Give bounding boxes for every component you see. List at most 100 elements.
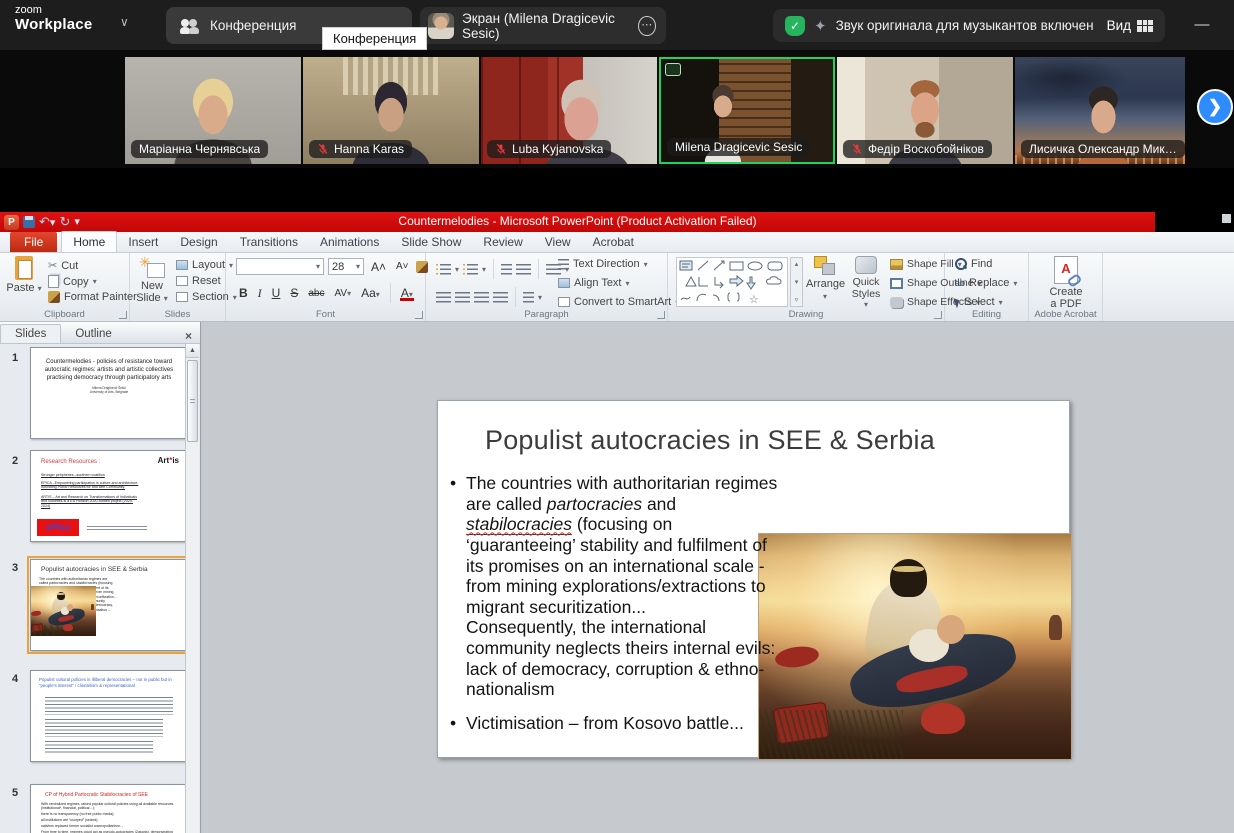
name-tag: Маріанна Чернявська <box>131 140 268 158</box>
security-shield-icon[interactable]: ✓ <box>785 16 805 36</box>
panel-tab-outline[interactable]: Outline <box>61 325 125 343</box>
convert-smartart-button[interactable]: Convert to SmartArt ▾ <box>558 296 679 308</box>
workspace-chevron-icon[interactable]: ∨ <box>120 15 129 29</box>
font-name-combobox[interactable]: ▾ <box>236 258 324 275</box>
slide-body-text[interactable]: • The countries with authoritarian regim… <box>450 473 784 734</box>
bullets-button[interactable] <box>436 264 451 275</box>
underline-button[interactable]: U <box>269 286 284 300</box>
tab-transitions[interactable]: Transitions <box>229 232 309 252</box>
increase-indent-button[interactable] <box>516 264 531 275</box>
align-text-button[interactable]: Align Text ▾ <box>558 277 630 289</box>
slide-thumb-2[interactable]: Research Resources : Art*is Stronger per… <box>30 450 188 542</box>
quick-styles-button[interactable]: Quick Styles ▾ <box>846 256 886 309</box>
participant-name: Hanna Karas <box>334 142 404 156</box>
powerpoint-app-icon[interactable]: P <box>4 215 19 230</box>
tab-review[interactable]: Review <box>472 232 533 252</box>
tab-file[interactable]: File <box>10 232 57 252</box>
align-right-button[interactable] <box>474 292 489 303</box>
arrange-button[interactable]: Arrange ▾ <box>806 256 844 302</box>
grow-font-button[interactable]: A˄ <box>368 260 389 274</box>
window-title: Countermelodies - Microsoft PowerPoint (… <box>0 214 1155 228</box>
numbering-button[interactable] <box>463 264 478 275</box>
paragraph-dialog-launcher-icon[interactable] <box>657 311 665 319</box>
character-spacing-button[interactable]: AV▾ <box>331 288 354 299</box>
scroll-up-icon: ▴ <box>795 260 799 268</box>
clipboard-dialog-launcher-icon[interactable] <box>119 311 127 319</box>
cut-button[interactable]: ✂Cut <box>48 259 78 272</box>
reset-button[interactable]: Reset <box>176 275 221 287</box>
new-slide-button[interactable]: ✳ New Slide ▾ <box>130 256 174 304</box>
tab-acrobat[interactable]: Acrobat <box>582 232 645 252</box>
font-dialog-launcher-icon[interactable] <box>415 311 423 319</box>
strikethrough-button[interactable]: S <box>287 286 301 300</box>
participant-tile-active-speaker[interactable]: Milena Dragicevic Sesic <box>659 57 835 164</box>
justify-button[interactable] <box>493 292 508 303</box>
italic-button[interactable]: I <box>255 286 265 301</box>
tab-home[interactable]: Home <box>61 231 117 252</box>
text-direction-button[interactable]: Text Direction ▾ <box>558 258 648 270</box>
participant-name: Федір Воскобойніков <box>868 142 984 156</box>
current-slide[interactable]: Populist autocracies in SEE & Serbia • T… <box>437 400 1070 758</box>
slides-panel: Slides Outline × 1 Countermelodies - pol… <box>0 322 201 833</box>
minimize-button[interactable]: — <box>1188 12 1216 38</box>
clear-strike-button[interactable]: abc <box>305 288 327 299</box>
redo-icon[interactable]: ↻ <box>59 214 70 230</box>
kosovo-maiden-painting[interactable] <box>759 534 1071 759</box>
align-center-button[interactable] <box>455 292 470 303</box>
copy-button[interactable]: Copy ▾ <box>48 275 97 288</box>
ribbon-tab-bar: File Home Insert Design Transitions Anim… <box>0 232 1234 253</box>
format-painter-button[interactable]: Format Painter <box>48 291 137 303</box>
screen-share-tab[interactable]: Экран (Milena Dragicevic Sesic) ⋯ <box>420 7 666 44</box>
select-icon <box>953 296 961 308</box>
shapes-gallery[interactable]: ☆ <box>676 257 788 307</box>
change-case-button[interactable]: Aa▾ <box>358 286 383 300</box>
ai-companion-icon[interactable]: ✦ <box>814 17 827 35</box>
participant-tile[interactable]: Hanna Karas <box>303 57 479 164</box>
tab-options-icon[interactable]: ⋯ <box>638 16 656 36</box>
qat-more-icon[interactable]: ▾ <box>74 215 80 229</box>
tab-view[interactable]: View <box>534 232 582 252</box>
font-color-button[interactable]: A▾ <box>398 286 416 300</box>
select-button[interactable]: Select ▾ <box>955 296 1003 308</box>
shape-effects-icon <box>890 297 903 308</box>
font-size-combobox[interactable]: 28▾ <box>328 258 364 275</box>
shapes-gallery-scroll[interactable]: ▴▾▿ <box>790 257 803 307</box>
slide-thumb-3-selected[interactable]: Populist autocracies in SEE & Serbia The… <box>30 559 188 651</box>
participant-tile[interactable]: Маріанна Чернявська <box>125 57 301 164</box>
panel-close-icon[interactable]: × <box>185 329 192 343</box>
scrollbar-thumb[interactable] <box>187 360 198 442</box>
paste-button[interactable]: Paste ▾ <box>2 256 46 294</box>
slide-title[interactable]: Populist autocracies in SEE & Serbia <box>485 425 935 456</box>
participant-tile[interactable]: Luba Kyjanovska <box>481 57 657 164</box>
shrink-font-button[interactable]: A˅ <box>393 261 412 272</box>
tab-slide-show[interactable]: Slide Show <box>390 232 472 252</box>
scroll-up-icon[interactable]: ▲ <box>186 344 199 358</box>
participant-tile[interactable]: Федір Воскобойніков <box>837 57 1013 164</box>
drawing-dialog-launcher-icon[interactable] <box>934 311 942 319</box>
gallery-grid-icon <box>1137 20 1153 32</box>
participant-tile[interactable]: Лисичка Олександр Мико... <box>1015 57 1185 164</box>
tab-design[interactable]: Design <box>169 232 228 252</box>
mic-muted-icon <box>495 143 507 155</box>
replace-button[interactable]: abReplace ▾ <box>955 277 1017 289</box>
slide-thumb-1[interactable]: Countermelodies - policies of resistance… <box>30 347 188 439</box>
slide-thumb-5[interactable]: CP of Hybrid Partocratic Stabilocracies … <box>30 784 188 833</box>
panel-scrollbar[interactable]: ▲ <box>185 344 199 833</box>
next-participants-button[interactable]: ❯ <box>1197 89 1233 125</box>
layout-button[interactable]: Layout ▾ <box>176 259 233 271</box>
tab-animations[interactable]: Animations <box>309 232 390 252</box>
undo-icon[interactable]: ↶▾ <box>39 214 55 230</box>
find-button[interactable]: Find <box>955 258 992 270</box>
decrease-indent-button[interactable] <box>501 264 512 275</box>
save-icon[interactable] <box>23 216 35 228</box>
create-pdf-button[interactable]: Create a PDF <box>1043 256 1089 310</box>
slide-thumb-4[interactable]: Populist cultural policies in illiberal … <box>30 670 188 762</box>
view-button[interactable]: Вид <box>1107 18 1153 33</box>
align-left-button[interactable] <box>436 292 451 303</box>
brand-zoom: zoom <box>15 5 92 17</box>
columns-button[interactable] <box>523 292 534 303</box>
panel-tab-slides[interactable]: Slides <box>0 324 61 343</box>
ppt-titlebar[interactable]: P ↶▾ ↻ ▾ Countermelodies - Microsoft Pow… <box>0 212 1155 232</box>
tab-insert[interactable]: Insert <box>117 232 169 252</box>
bold-button[interactable]: B <box>236 286 251 300</box>
